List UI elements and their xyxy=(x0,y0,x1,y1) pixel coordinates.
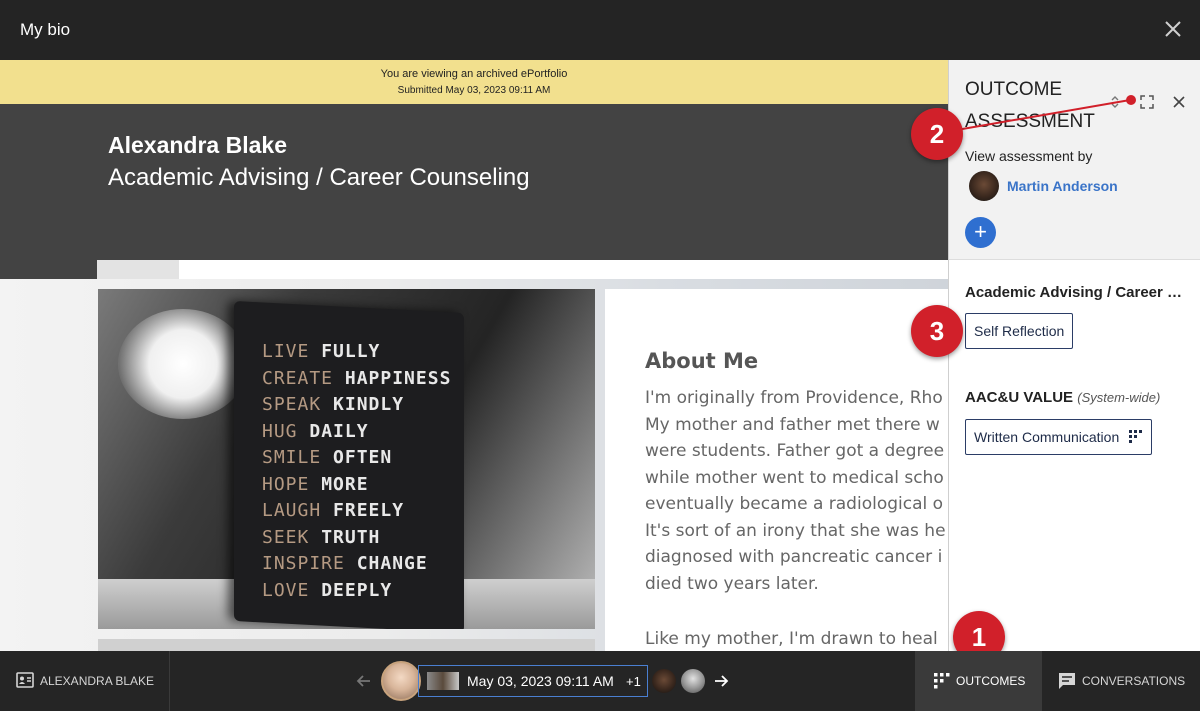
outcome-assessment-panel: OUTCOME ASSESSMENT View assessment by Ma… xyxy=(948,60,1200,651)
word-b: DEEPLY xyxy=(321,579,393,601)
chat-icon xyxy=(1059,673,1075,689)
written-communication-chip[interactable]: Written Communication xyxy=(965,419,1153,455)
bottom-bar: ALEXANDRA BLAKE May 03, 2023 09:11 AM +1… xyxy=(0,651,1200,711)
about-line: while mother went to medical scho xyxy=(645,467,944,488)
outcomes-label: OUTCOMES xyxy=(956,674,1026,688)
submitter-avatar[interactable] xyxy=(381,661,421,701)
word-a: INSPIRE xyxy=(262,553,345,574)
banner-submitted: Submitted May 03, 2023 09:11 AM xyxy=(397,85,551,96)
word-a: HUG xyxy=(262,420,298,442)
portfolio-owner-name: Alexandra Blake xyxy=(108,132,287,158)
word-b: TRUTH xyxy=(321,526,381,548)
banner-text: You are viewing an archived ePortfolio xyxy=(380,68,568,80)
assessor-name[interactable]: Martin Anderson xyxy=(1007,178,1118,194)
conversations-button[interactable]: CONVERSATIONS xyxy=(1042,651,1200,711)
panel-title: OUTCOME ASSESSMENT xyxy=(965,79,1095,132)
about-paragraph: I'm originally from Providence, Rho My m… xyxy=(645,385,948,597)
outcomes-button[interactable]: OUTCOMES xyxy=(915,651,1042,711)
about-line: I'm originally from Providence, Rho xyxy=(645,388,943,408)
chip-label: Written Communication xyxy=(974,429,1120,445)
about-line: were students. Father got a degree xyxy=(645,441,945,461)
word-b: KINDLY xyxy=(333,394,405,415)
expand-collapse-icon[interactable] xyxy=(1107,94,1123,110)
word-b: MORE xyxy=(321,473,369,495)
word-b: HAPPINESS xyxy=(344,367,452,389)
word-b: FULLY xyxy=(321,341,381,362)
word-a: LAUGH xyxy=(262,500,322,521)
close-icon[interactable] xyxy=(1162,18,1184,40)
arrow-right-icon[interactable] xyxy=(712,672,730,690)
aacu-subtitle: (System-wide) xyxy=(1077,390,1161,405)
fullscreen-icon[interactable] xyxy=(1139,94,1155,110)
top-bar: My bio xyxy=(0,0,1200,60)
bio-photo: LIVE FULLY CREATE HAPPINESS SPEAK KINDLY… xyxy=(98,289,595,629)
about-line: diagnosed with pancreatic cancer i xyxy=(645,547,943,567)
self-reflection-chip[interactable]: Self Reflection xyxy=(965,313,1074,349)
about-paragraph-2: Like my mother, I'm drawn to heal xyxy=(645,629,938,649)
word-a: SMILE xyxy=(262,447,322,468)
word-a: LIVE xyxy=(262,341,310,362)
reviewer-avatar[interactable] xyxy=(681,669,705,693)
portfolio-header: Alexandra Blake Academic Advising / Care… xyxy=(0,104,948,313)
word-b: DAILY xyxy=(309,420,369,442)
marker-3: 3 xyxy=(911,305,963,357)
rubric-icon xyxy=(1129,430,1143,443)
eportfolio-content: You are viewing an archived ePortfolio S… xyxy=(0,60,948,651)
word-a: SPEAK xyxy=(262,394,322,415)
about-line: died two years later. xyxy=(645,573,819,594)
marker-2: 2 xyxy=(911,108,963,160)
second-photo xyxy=(98,639,595,651)
about-me-section: About Me I'm originally from Providence,… xyxy=(605,289,948,651)
word-b: FREELY xyxy=(333,500,405,521)
about-line: My mother and father met there w xyxy=(645,414,940,435)
add-assessment-button[interactable]: + xyxy=(965,217,996,248)
aacu-title: AAC&U VALUE xyxy=(965,389,1074,406)
submission-selector[interactable]: May 03, 2023 09:11 AM +1 xyxy=(418,665,648,697)
id-card-icon xyxy=(16,672,34,688)
outcomes-icon xyxy=(934,673,950,689)
word-a: CREATE xyxy=(262,367,334,389)
owner-label: ALEXANDRA BLAKE xyxy=(40,674,155,688)
close-panel-icon[interactable] xyxy=(1171,94,1187,110)
word-a: HOPE xyxy=(262,473,310,495)
about-line: It's sort of an irony that she was he xyxy=(645,520,946,541)
word-b: CHANGE xyxy=(356,553,428,574)
more-count: +1 xyxy=(626,674,641,689)
word-b: OFTEN xyxy=(333,447,393,468)
chip-label: Self Reflection xyxy=(974,323,1065,339)
about-line: eventually became a radiological o xyxy=(645,494,944,514)
portfolio-title: Academic Advising / Career Counseling xyxy=(108,164,530,191)
reviewer-avatar[interactable] xyxy=(652,669,676,693)
lamp-light xyxy=(118,309,248,419)
submission-date: May 03, 2023 09:11 AM xyxy=(467,673,614,689)
window-title: My bio xyxy=(20,20,71,39)
arrow-left-icon[interactable] xyxy=(355,672,373,690)
archived-banner: You are viewing an archived ePortfolio S… xyxy=(0,60,948,104)
conversations-label: CONVERSATIONS xyxy=(1082,674,1186,688)
view-assessment-label: View assessment by xyxy=(965,148,1093,164)
word-a: LOVE xyxy=(262,579,310,601)
about-heading: About Me xyxy=(645,349,759,373)
aacu-section-title: AAC&U VALUE (System-wide) xyxy=(965,389,1187,406)
assessor-avatar xyxy=(969,171,999,201)
outcome-section-title: Academic Advising / Career Counseling xyxy=(965,284,1187,301)
submission-thumbnail xyxy=(427,672,459,690)
panel-header: OUTCOME ASSESSMENT View assessment by Ma… xyxy=(949,60,1200,260)
book-cover-words: LIVE FULLY CREATE HAPPINESS SPEAK KINDLY… xyxy=(262,339,451,604)
word-a: SEEK xyxy=(262,526,310,548)
owner-button[interactable]: ALEXANDRA BLAKE xyxy=(0,651,170,711)
